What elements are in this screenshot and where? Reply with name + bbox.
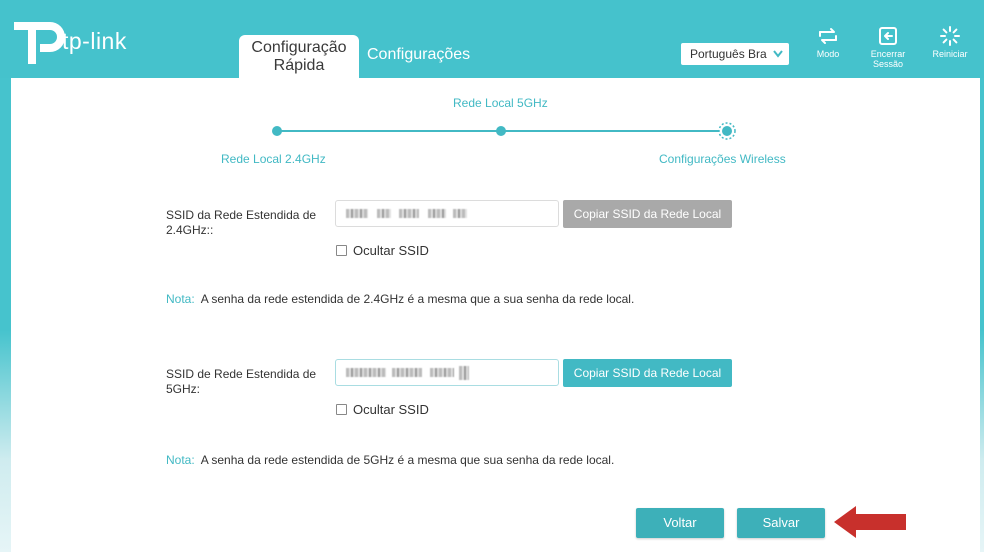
mode-label: Modo [816, 49, 840, 59]
note-text: A senha da rede estendida de 2.4GHz é a … [200, 292, 635, 306]
ssid-5ghz-input[interactable] [335, 359, 559, 386]
hide-ssid-5ghz-label: Ocultar SSID [353, 402, 429, 417]
mode-switch-icon [819, 28, 837, 44]
masked-value [459, 365, 470, 380]
step-label-24ghz: Rede Local 2.4GHz [221, 152, 326, 166]
ssid-24ghz-label: SSID da Rede Estendida de 2.4GHz:: [166, 208, 317, 237]
top-bar: tp-link Configuração Rápida Configuraçõe… [0, 0, 984, 78]
masked-value [429, 368, 454, 378]
logout-label: Encerrar Sessão [870, 49, 906, 69]
masked-value [428, 209, 447, 219]
language-select[interactable]: Português Bra [681, 43, 789, 65]
masked-value [346, 368, 386, 378]
copy-ssid-5ghz-button[interactable]: Copiar SSID da Rede Local [563, 359, 732, 387]
hide-ssid-24ghz-checkbox[interactable]: Ocultar SSID [336, 243, 429, 258]
step-label-5ghz: Rede Local 5GHz [453, 96, 548, 110]
logout-icon [879, 27, 897, 45]
step-current-icon [718, 122, 736, 140]
masked-value [346, 209, 368, 219]
tab-settings[interactable]: Configurações [367, 46, 470, 64]
note-label: Nota: [166, 453, 195, 467]
note-text: A senha da rede estendida de 5GHz é a me… [200, 453, 615, 467]
ssid-24ghz-input[interactable] [335, 200, 559, 227]
step-label-wireless: Configurações Wireless [659, 152, 786, 166]
hide-ssid-24ghz-label: Ocultar SSID [353, 243, 429, 258]
mode-button[interactable]: Modo [812, 26, 844, 59]
checkbox-icon [336, 245, 347, 256]
ssid-5ghz-label: SSID de Rede Estendida de 5GHz: [166, 367, 317, 396]
brand-name: tp-link [62, 28, 127, 54]
annotation-arrow-icon [834, 506, 906, 538]
logout-button[interactable]: Encerrar Sessão [864, 26, 912, 69]
tab-quick-setup[interactable]: Configuração Rápida [239, 35, 359, 78]
back-button[interactable]: Voltar [636, 508, 724, 538]
step-dot-5ghz [496, 126, 506, 136]
hide-ssid-5ghz-checkbox[interactable]: Ocultar SSID [336, 402, 429, 417]
masked-value [398, 209, 419, 219]
reboot-label: Reiniciar [932, 49, 968, 59]
reboot-button[interactable]: Reiniciar [928, 26, 972, 59]
masked-value [453, 209, 468, 219]
note-5ghz: Nota: A senha da rede estendida de 5GHz é… [166, 453, 614, 467]
checkbox-icon [336, 404, 347, 415]
note-24ghz: Nota: A senha da rede estendida de 2.4GHz… [166, 292, 634, 306]
copy-ssid-24ghz-button[interactable]: Copiar SSID da Rede Local [563, 200, 732, 228]
masked-value [377, 209, 392, 219]
tab-quick-setup-label: Configuração Rápida [251, 39, 347, 74]
note-label: Nota: [166, 292, 195, 306]
masked-value [392, 368, 423, 378]
language-selected-value: Português Bra [690, 47, 767, 61]
save-button[interactable]: Salvar [737, 508, 825, 538]
wizard-panel: Rede Local 5GHz Rede Local 2.4GHz Config… [11, 78, 980, 552]
chevron-down-icon [773, 50, 783, 58]
step-dot-24ghz [272, 126, 282, 136]
reboot-spinner-icon [940, 26, 960, 46]
